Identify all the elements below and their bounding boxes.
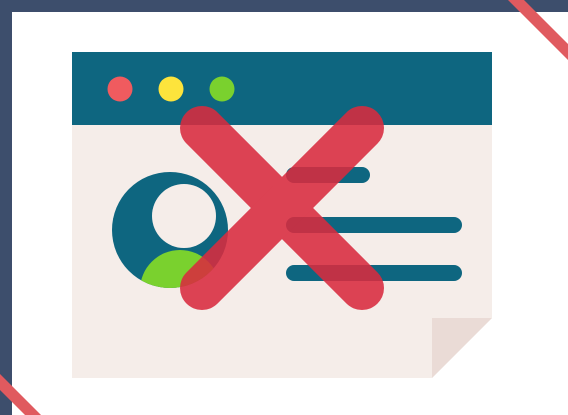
minimize-dot-icon xyxy=(158,76,184,102)
window-titlebar xyxy=(72,52,492,125)
close-dot-icon xyxy=(107,76,133,102)
maximize-dot-icon xyxy=(209,76,235,102)
avatar-head xyxy=(152,184,216,248)
blocked-profile-illustration xyxy=(0,0,568,415)
